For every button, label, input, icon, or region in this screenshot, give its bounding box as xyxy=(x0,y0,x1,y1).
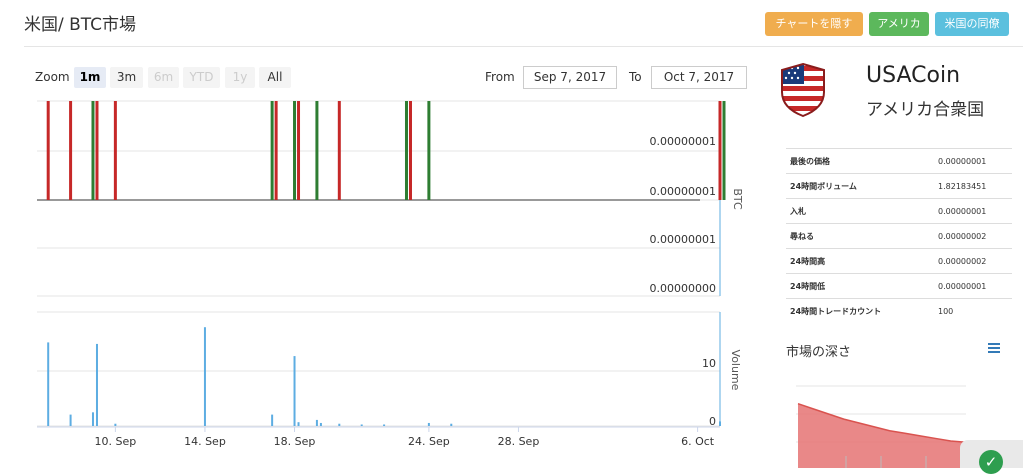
volume-bar xyxy=(297,422,300,426)
volume-bar xyxy=(203,327,206,426)
market-stats-table: 最後の価格 0.00000001 24時間ボリューム 1.82183451 入札 0.… xyxy=(786,148,1012,323)
coin-country: アメリカ合衆国 xyxy=(866,100,985,120)
candle xyxy=(722,101,726,200)
volume-bar xyxy=(114,423,117,426)
candle xyxy=(91,101,95,200)
volume-bar xyxy=(47,342,50,426)
candle xyxy=(113,101,117,200)
candle xyxy=(293,101,297,200)
candle xyxy=(46,101,50,200)
x-tick-label: 24. Sep xyxy=(408,435,450,448)
stat-value: 0.00000002 xyxy=(934,223,1012,249)
x-tick-label: 18. Sep xyxy=(274,435,316,448)
peers-button[interactable]: 米国の同僚 xyxy=(935,12,1009,36)
list-icon[interactable] xyxy=(988,343,1000,353)
stat-value: 0.00000001 xyxy=(934,148,1012,174)
volume-bar xyxy=(69,414,72,426)
volume-bar xyxy=(450,423,453,426)
volume-bar xyxy=(360,424,363,426)
volume-bar xyxy=(271,414,274,426)
candle xyxy=(718,101,722,200)
depth-area xyxy=(798,403,966,468)
stat-row: 24時間高 0.00000002 xyxy=(786,248,1012,274)
candle xyxy=(408,101,412,200)
volume-bar xyxy=(315,419,318,426)
usa-flag-shield-icon xyxy=(781,62,825,118)
volume-bar xyxy=(95,343,98,426)
stat-row: 尋ねる 0.00000002 xyxy=(786,223,1012,249)
stat-value: 0.00000001 xyxy=(934,273,1012,299)
candle xyxy=(95,101,99,200)
candle xyxy=(337,101,341,200)
x-tick-label: 10. Sep xyxy=(95,435,137,448)
price-axis-label: BTC xyxy=(731,188,744,210)
stat-row: 24時間ボリューム 1.82183451 xyxy=(786,173,1012,199)
stat-row: 24時間低 0.00000001 xyxy=(786,273,1012,299)
stat-value: 100 xyxy=(934,298,1012,323)
market-depth-title: 市場の深さ xyxy=(786,345,852,360)
candle xyxy=(427,101,431,200)
stat-row: 24時間トレードカウント 100 xyxy=(786,298,1012,323)
volume-bar xyxy=(91,412,94,426)
x-tick-label: 6. Oct xyxy=(681,435,715,448)
usa-button[interactable]: アメリカ xyxy=(869,12,929,36)
stat-label: 24時間トレードカウント xyxy=(786,298,934,323)
candle xyxy=(315,101,319,200)
volume-bar xyxy=(293,356,296,426)
volume-bar xyxy=(719,421,721,426)
volume-axis-label: Volume xyxy=(729,350,742,391)
stat-label: 24時間高 xyxy=(786,248,934,274)
checkmark-icon[interactable]: ✓ xyxy=(979,450,1003,474)
volume-bar xyxy=(319,422,322,426)
stat-value: 0.00000002 xyxy=(934,248,1012,274)
stat-label: 入札 xyxy=(786,198,934,224)
hide-chart-button[interactable]: チャートを隠す xyxy=(765,12,863,36)
x-tick-label: 14. Sep xyxy=(184,435,226,448)
candle xyxy=(274,101,278,200)
stat-label: 最後の価格 xyxy=(786,148,934,174)
coin-name: USACoin xyxy=(866,63,961,88)
candle xyxy=(69,101,73,200)
volume-tick-label: 10 xyxy=(702,357,716,370)
stat-value: 0.00000001 xyxy=(934,198,1012,224)
market-depth-chart xyxy=(796,385,967,468)
candle xyxy=(270,101,274,200)
candle xyxy=(404,101,408,200)
volume-bar xyxy=(338,423,341,426)
price-tick-label: 0.00000001 xyxy=(650,185,716,198)
stat-row: 最後の価格 0.00000001 xyxy=(786,148,1012,174)
x-tick-label: 28. Sep xyxy=(498,435,540,448)
candle xyxy=(297,101,301,200)
price-tick-label: 0.00000001 xyxy=(650,135,716,148)
price-tick-label: 0.00000001 xyxy=(650,233,716,246)
stat-value: 1.82183451 xyxy=(934,173,1012,199)
stat-label: 24時間低 xyxy=(786,273,934,299)
price-volume-chart: 0.00000001 0.00000001 0.00000001 0.00000000… xyxy=(37,100,744,448)
volume-bar xyxy=(383,424,386,426)
volume-tick-label: 0 xyxy=(709,415,716,428)
volume-bar xyxy=(427,422,430,426)
stat-label: 24時間ボリューム xyxy=(786,173,934,199)
stat-row: 入札 0.00000001 xyxy=(786,198,1012,224)
stat-label: 尋ねる xyxy=(786,223,934,249)
price-tick-label: 0.00000000 xyxy=(650,282,716,295)
